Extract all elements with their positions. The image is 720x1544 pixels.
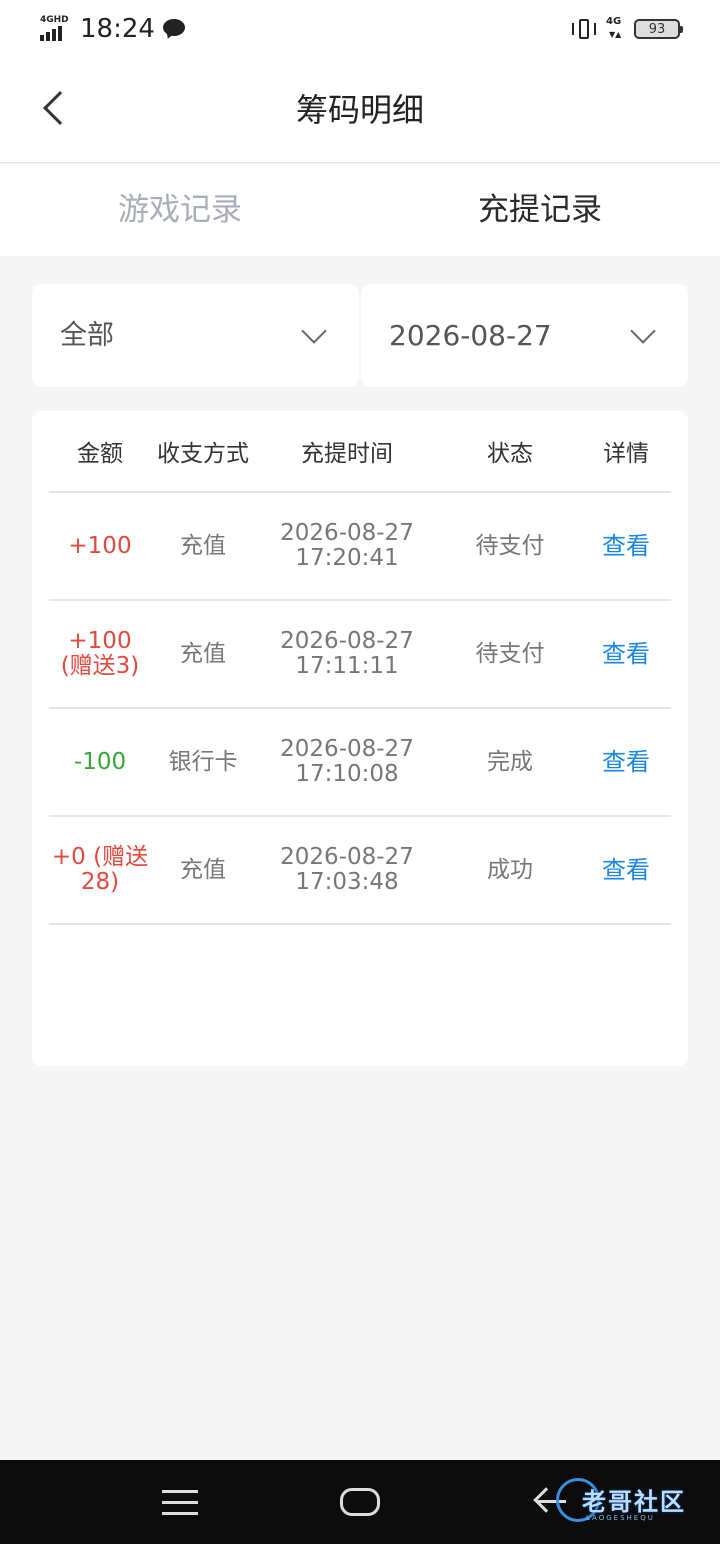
table-row: +0 (赠送 28) 充值 2026-08-27 17:03:48 成功 查看 <box>49 817 671 925</box>
time-cell: 2026-08-27 17:03:48 <box>255 817 439 923</box>
vibrate-wave <box>572 23 574 35</box>
time-cell: 2026-08-27 17:20:41 <box>255 493 439 599</box>
signal-bar <box>46 32 50 41</box>
view-detail-link[interactable]: 查看 <box>602 857 650 883</box>
detail-cell: 查看 <box>581 817 671 923</box>
data-network-icon: 4G ▼▲ <box>606 16 624 42</box>
time-text: 17:20:41 <box>295 545 399 571</box>
method-cell: 充值 <box>180 532 226 559</box>
records-table: 金额 收支方式 充提时间 状态 详情 +100 充值 2026-08-27 17… <box>32 411 688 1066</box>
chat-tail <box>163 30 174 41</box>
status-cell: 成功 <box>487 856 533 883</box>
back-button[interactable] <box>30 86 80 136</box>
time-text: 17:10:08 <box>295 761 399 787</box>
tab-deposit-withdraw-records[interactable]: 充提记录 <box>360 164 720 256</box>
page-title: 筹码明细 <box>295 91 424 129</box>
table-row: +100 (赠送3) 充值 2026-08-27 17:11:11 待支付 查看 <box>49 601 671 709</box>
signal-icon: 4GHD <box>40 15 72 43</box>
method-cell: 银行卡 <box>168 748 238 775</box>
date-filter-value: 2026-08-27 <box>389 319 552 352</box>
signal-bar <box>58 26 62 41</box>
chat-icon <box>162 19 185 41</box>
chevron-down-icon <box>301 318 327 344</box>
vibrate-phone <box>579 19 589 39</box>
view-detail-link[interactable]: 查看 <box>602 533 650 559</box>
status-cell: 待支付 <box>475 640 545 667</box>
time-text: 17:03:48 <box>295 869 399 895</box>
status-bar: 4GHD 18:24 4G ▼▲ 93 <box>0 0 720 58</box>
status-cell: 待支付 <box>475 532 545 559</box>
watermark-sub: LAOGESHEQU <box>586 1514 655 1522</box>
type-filter-value: 全部 <box>60 320 114 351</box>
amount-cell: +100 <box>68 532 132 559</box>
status-left: 4GHD 18:24 <box>40 12 185 46</box>
time-cell: 2026-08-27 17:10:08 <box>255 709 439 815</box>
date-text: 2026-08-27 <box>280 736 414 762</box>
menu-icon[interactable] <box>162 1490 198 1516</box>
column-header-method: 收支方式 <box>157 441 249 467</box>
tab-game-records[interactable]: 游戏记录 <box>0 164 360 256</box>
data-arrows-icon: ▼▲ <box>609 30 622 39</box>
date-text: 2026-08-27 <box>280 844 414 870</box>
vibrate-wave <box>594 23 596 35</box>
network-type: 4GHD <box>40 15 69 25</box>
amount-cell: +100 (赠送3) <box>49 601 151 707</box>
amount-text: +0 (赠送 <box>51 844 149 870</box>
back-arrow-head <box>533 1487 559 1513</box>
amount-text: +100 <box>68 628 132 654</box>
table-row: -100 银行卡 2026-08-27 17:10:08 完成 查看 <box>49 709 671 817</box>
menu-line <box>162 1501 198 1504</box>
amount-cell: -100 <box>73 748 127 775</box>
detail-cell: 查看 <box>581 601 671 707</box>
watermark-brand: 老哥社区 <box>582 1488 686 1516</box>
battery-icon: 93 <box>634 19 683 39</box>
amount-cell: +0 (赠送 28) <box>49 817 151 923</box>
table-row: +100 充值 2026-08-27 17:20:41 待支付 查看 <box>49 493 671 601</box>
time-text: 17:11:11 <box>295 653 399 679</box>
chevron-left-icon <box>43 91 77 125</box>
column-header-detail: 详情 <box>603 441 649 467</box>
bonus-text: 28) <box>80 869 120 895</box>
column-header-status: 状态 <box>487 441 533 467</box>
time-cell: 2026-08-27 17:11:11 <box>255 601 439 707</box>
method-cell: 充值 <box>180 856 226 883</box>
view-detail-link[interactable]: 查看 <box>602 749 650 775</box>
column-header-time: 充提时间 <box>301 441 393 467</box>
system-nav-bar: 老哥社区 LAOGESHEQU <box>0 1460 720 1544</box>
clock: 18:24 <box>80 14 155 44</box>
filter-bar: 全部 2026-08-27 <box>32 284 688 387</box>
watermark-logo: 老哥社区 LAOGESHEQU <box>556 1470 706 1534</box>
menu-line <box>162 1512 198 1515</box>
nav-header: 筹码明细 <box>0 58 720 163</box>
detail-cell: 查看 <box>581 493 671 599</box>
home-icon[interactable] <box>340 1488 380 1516</box>
column-header-amount: 金额 <box>77 441 123 467</box>
status-right: 4G ▼▲ 93 <box>572 14 683 44</box>
detail-cell: 查看 <box>581 709 671 815</box>
record-tabs: 游戏记录 充提记录 <box>0 164 720 256</box>
menu-line <box>162 1490 198 1493</box>
table-header: 金额 收支方式 充提时间 状态 详情 <box>49 411 671 493</box>
signal-bar <box>52 29 56 41</box>
battery-level: 93 <box>648 21 666 37</box>
signal-bar <box>40 35 44 41</box>
method-cell: 充值 <box>180 640 226 667</box>
date-text: 2026-08-27 <box>280 520 414 546</box>
status-cell: 完成 <box>487 748 533 775</box>
bonus-text: (赠送3) <box>60 653 140 679</box>
signal-bars <box>40 26 62 41</box>
vibrate-icon <box>572 17 596 41</box>
type-filter-select[interactable]: 全部 <box>32 284 359 387</box>
date-text: 2026-08-27 <box>280 628 414 654</box>
view-detail-link[interactable]: 查看 <box>602 641 650 667</box>
data-network-label: 4G <box>606 16 622 27</box>
date-filter-select[interactable]: 2026-08-27 <box>361 284 688 387</box>
chevron-down-icon <box>630 318 656 344</box>
